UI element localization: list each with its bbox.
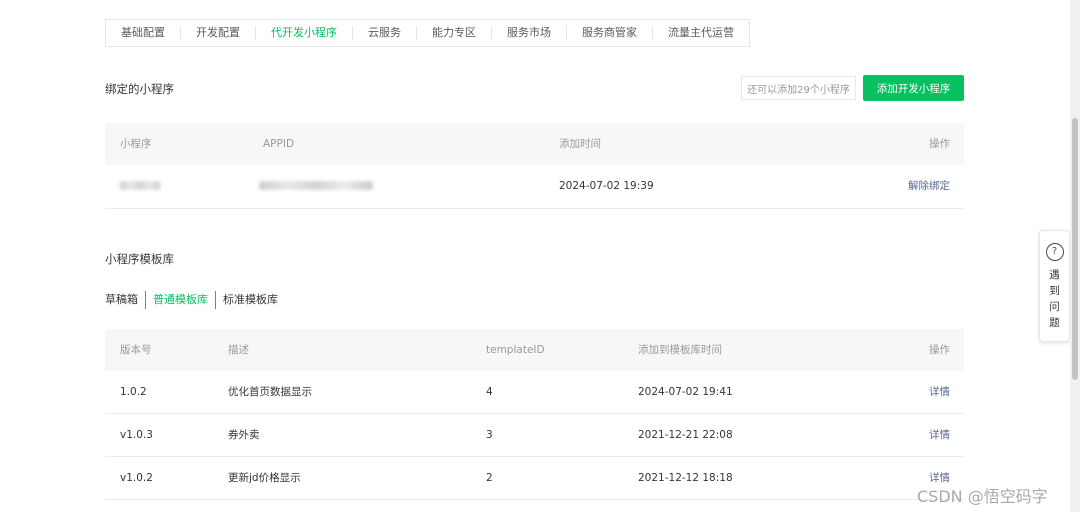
col-description: 描述 [228, 344, 249, 356]
tab-cloud-service[interactable]: 云服务 [353, 26, 417, 40]
tab-capability-zone[interactable]: 能力专区 [417, 26, 492, 40]
tab-standard-templates[interactable]: 标准模板库 [215, 291, 285, 309]
table-row: 2024-07-02 19:39 解除绑定 [105, 165, 964, 209]
scrollbar-thumb[interactable] [1072, 118, 1078, 380]
add-miniprogram-button[interactable]: 添加开发小程序 [863, 75, 964, 101]
blurred-name [120, 181, 160, 190]
tab-proxy-miniprogram[interactable]: 代开发小程序 [256, 26, 353, 40]
template-id: 4 [486, 386, 493, 398]
description: 券外卖 [228, 429, 260, 441]
blurred-appid [259, 181, 373, 190]
bind-time: 2024-07-02 19:39 [559, 180, 654, 192]
bound-section-title: 绑定的小程序 [105, 82, 174, 96]
description: 优化首页数据显示 [228, 386, 312, 398]
table-header: 小程序 APPID 添加时间 操作 [105, 123, 964, 165]
version: v1.0.3 [120, 429, 153, 441]
details-link[interactable]: 详情 [929, 371, 950, 413]
template-table: 版本号 描述 templateID 添加到模板库时间 操作 1.0.2 优化首页… [105, 329, 964, 500]
tab-drafts[interactable]: 草稿箱 [105, 291, 145, 309]
tab-dev-config[interactable]: 开发配置 [181, 26, 256, 40]
col-add-time: 添加时间 [559, 138, 601, 150]
quota-hint: 还可以添加29个小程序 [741, 76, 856, 100]
help-label: 遇到问题 [1049, 269, 1060, 329]
col-appid: APPID [263, 138, 295, 150]
question-icon: ? [1045, 243, 1064, 261]
tab-basic-config[interactable]: 基础配置 [106, 26, 181, 40]
col-added-time: 添加到模板库时间 [638, 344, 722, 356]
col-version: 版本号 [120, 344, 152, 356]
template-tabs: 草稿箱 普通模板库 标准模板库 [105, 291, 285, 309]
tab-service-market[interactable]: 服务市场 [492, 26, 567, 40]
help-widget[interactable]: ? 遇到问题 [1039, 230, 1070, 342]
tab-traffic-operation[interactable]: 流量主代运营 [653, 26, 749, 40]
template-section-title: 小程序模板库 [105, 252, 174, 266]
col-miniprogram: 小程序 [120, 138, 152, 150]
version: v1.0.2 [120, 472, 153, 484]
added-time: 2021-12-21 22:08 [638, 429, 733, 441]
col-action: 操作 [929, 344, 950, 356]
col-action: 操作 [929, 138, 950, 150]
tab-provider-manager[interactable]: 服务商管家 [567, 26, 653, 40]
template-id: 2 [486, 472, 493, 484]
details-link[interactable]: 详情 [929, 414, 950, 456]
tab-normal-templates[interactable]: 普通模板库 [145, 291, 215, 309]
bound-table: 小程序 APPID 添加时间 操作 2024-07-02 19:39 解除绑定 [105, 123, 964, 209]
added-time: 2021-12-12 18:18 [638, 472, 733, 484]
version: 1.0.2 [120, 386, 147, 398]
watermark: CSDN @悟空码字 [917, 487, 1048, 506]
added-time: 2024-07-02 19:41 [638, 386, 733, 398]
top-nav: 基础配置 开发配置 代开发小程序 云服务 能力专区 服务市场 服务商管家 流量主… [105, 19, 750, 47]
table-row: v1.0.3 券外卖 3 2021-12-21 22:08 详情 [105, 414, 964, 457]
template-id: 3 [486, 429, 493, 441]
table-row: 1.0.2 优化首页数据显示 4 2024-07-02 19:41 详情 [105, 371, 964, 414]
unbind-link[interactable]: 解除绑定 [908, 165, 950, 207]
table-row: v1.0.2 更新jd价格显示 2 2021-12-12 18:18 详情 [105, 457, 964, 500]
col-template-id: templateID [486, 344, 545, 356]
table-header: 版本号 描述 templateID 添加到模板库时间 操作 [105, 329, 964, 371]
description: 更新jd价格显示 [228, 472, 301, 484]
